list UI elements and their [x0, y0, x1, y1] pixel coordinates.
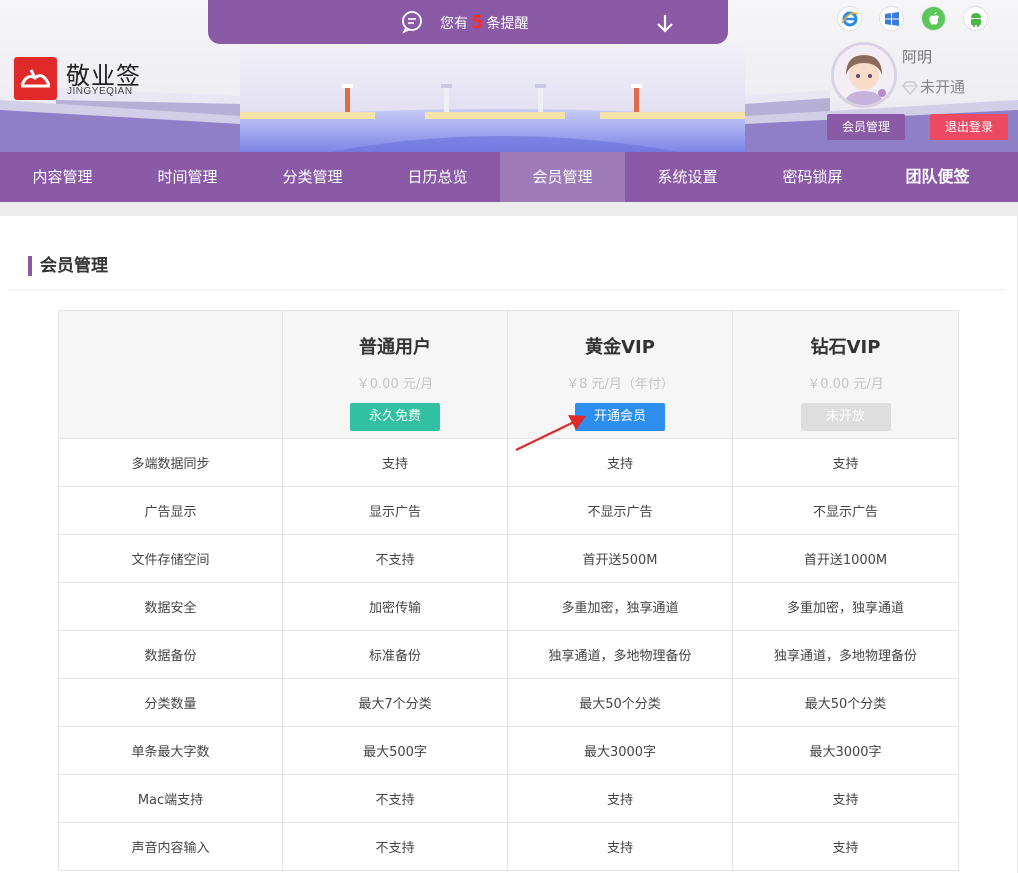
logo-mark-icon — [20, 69, 51, 88]
plan-column-diamond: 钻石VIP ￥0.00 元/月 未开放 — [732, 310, 959, 439]
table-cell: 支持 — [732, 438, 959, 487]
table-cell: 首开送500M — [507, 534, 733, 583]
table-cell: 不支持 — [282, 774, 508, 823]
plan-price: ￥0.00 元/月 — [356, 377, 434, 392]
username: 阿明 — [902, 48, 933, 66]
table-cell: 支持 — [732, 822, 959, 871]
free-plan-button[interactable]: 永久免费 — [350, 403, 440, 431]
table-cell: 多重加密，独享通道 — [732, 582, 959, 631]
header-empty-cell — [58, 310, 283, 439]
table-cell: 不显示广告 — [732, 486, 959, 535]
plan-name: 钻石VIP — [810, 337, 881, 358]
apple-icon[interactable] — [922, 7, 945, 30]
table-row: 广告显示 显示广告 不显示广告 不显示广告 — [58, 486, 959, 535]
logout-button[interactable]: 退出登录 — [930, 114, 1008, 140]
membership-comparison-table: 普通用户 ￥0.00 元/月 永久免费 黄金VIP ￥8 元/月（年付） 开通会… — [58, 310, 959, 871]
table-cell: 支持 — [507, 774, 733, 823]
reminder-count: 5 — [471, 12, 484, 33]
feature-cell: 声音内容输入 — [58, 822, 283, 871]
nav-item-time[interactable]: 时间管理 — [125, 152, 250, 202]
table-cell: 不支持 — [282, 822, 508, 871]
reminder-prefix: 您有 — [440, 16, 468, 32]
member-management-button[interactable]: 会员管理 — [827, 114, 905, 140]
nav-item-calendar[interactable]: 日历总览 — [375, 152, 500, 202]
table-cell: 支持 — [282, 438, 508, 487]
reminder-suffix: 条提醒 — [486, 16, 529, 32]
table-row: 文件存储空间 不支持 首开送500M 首开送1000M — [58, 534, 959, 583]
table-cell: 最大50个分类 — [507, 678, 733, 727]
table-cell: 最大7个分类 — [282, 678, 508, 727]
table-cell: 首开送1000M — [732, 534, 959, 583]
platform-downloads — [838, 7, 987, 30]
feature-cell: 多端数据同步 — [58, 438, 283, 487]
nav-item-lockscreen[interactable]: 密码锁屏 — [750, 152, 875, 202]
nav-item-settings[interactable]: 系统设置 — [625, 152, 750, 202]
not-available-button: 未开放 — [800, 403, 891, 431]
table-cell: 不显示广告 — [507, 486, 733, 535]
diamond-icon — [902, 80, 918, 95]
brand-subtitle: JINGYEQIAN — [67, 86, 133, 97]
table-row: 多端数据同步 支持 支持 支持 — [58, 438, 959, 487]
main-nav: 内容管理 时间管理 分类管理 日历总览 会员管理 系统设置 密码锁屏 团队便签 — [0, 152, 1018, 202]
feature-cell: 广告显示 — [58, 486, 283, 535]
table-cell: 最大50个分类 — [732, 678, 959, 727]
table-row: 单条最大字数 最大500字 最大3000字 最大3000字 — [58, 726, 959, 775]
table-cell: 最大3000字 — [732, 726, 959, 775]
table-row: 数据备份 标准备份 独享通道，多地物理备份 独享通道，多地物理备份 — [58, 630, 959, 679]
plan-name: 黄金VIP — [585, 337, 655, 358]
vip-status-text: 未开通 — [920, 78, 966, 96]
reminder-text: 您有 5 条提醒 — [440, 12, 529, 33]
plan-column-free: 普通用户 ￥0.00 元/月 永久免费 — [282, 310, 508, 439]
content-panel: 会员管理 普通用户 ￥0.00 元/月 永久免费 黄金VIP ￥8 元/月（年付… — [0, 216, 1018, 873]
table-cell: 加密传输 — [282, 582, 508, 631]
table-cell: 独享通道，多地物理备份 — [507, 630, 733, 679]
plan-header-row: 普通用户 ￥0.00 元/月 永久免费 黄金VIP ￥8 元/月（年付） 开通会… — [58, 310, 959, 439]
table-cell: 支持 — [732, 774, 959, 823]
feature-cell: 数据备份 — [58, 630, 283, 679]
title-divider — [8, 289, 1006, 290]
table-cell: 最大3000字 — [507, 726, 733, 775]
logo — [14, 57, 57, 100]
avatar[interactable] — [834, 45, 894, 105]
nav-item-category[interactable]: 分类管理 — [250, 152, 375, 202]
header: 敬业签 JINGYEQIAN 您有 5 条提醒 阿明 未开通 会员管理 退出登录 — [0, 0, 1018, 152]
nav-item-team-notes[interactable]: 团队便签 — [875, 152, 1000, 202]
table-cell: 标准备份 — [282, 630, 508, 679]
windows-icon[interactable] — [880, 7, 903, 30]
plan-price: ￥0.00 元/月 — [807, 377, 884, 392]
page-title: 会员管理 — [28, 256, 108, 276]
table-row: 分类数量 最大7个分类 最大50个分类 最大50个分类 — [58, 678, 959, 727]
feature-cell: 分类数量 — [58, 678, 283, 727]
table-cell: 多重加密，独享通道 — [507, 582, 733, 631]
table-cell: 支持 — [507, 822, 733, 871]
table-cell: 独享通道，多地物理备份 — [732, 630, 959, 679]
avatar-portrait-icon — [834, 45, 894, 105]
reminder-notice-bar[interactable]: 您有 5 条提醒 — [208, 0, 728, 44]
feature-cell: 数据安全 — [58, 582, 283, 631]
nav-item-membership[interactable]: 会员管理 — [500, 152, 625, 202]
annotation-arrow-icon — [515, 415, 586, 451]
feature-cell: Mac端支持 — [58, 774, 283, 823]
plan-name: 普通用户 — [359, 337, 431, 358]
plan-price: ￥8 元/月（年付） — [566, 377, 674, 392]
table-row: 声音内容输入 不支持 支持 支持 — [58, 822, 959, 871]
table-row: 数据安全 加密传输 多重加密，独享通道 多重加密，独享通道 — [58, 582, 959, 631]
android-icon[interactable] — [964, 7, 987, 30]
nav-item-content[interactable]: 内容管理 — [0, 152, 125, 202]
table-cell: 不支持 — [282, 534, 508, 583]
arrow-down-icon[interactable] — [656, 13, 674, 33]
vip-status: 未开通 — [902, 76, 965, 97]
ie-icon[interactable] — [838, 7, 861, 30]
feature-cell: 文件存储空间 — [58, 534, 283, 583]
feature-cell: 单条最大字数 — [58, 726, 283, 775]
table-cell: 显示广告 — [282, 486, 508, 535]
table-row: Mac端支持 不支持 支持 支持 — [58, 774, 959, 823]
message-icon — [402, 11, 422, 34]
table-cell: 最大500字 — [282, 726, 508, 775]
